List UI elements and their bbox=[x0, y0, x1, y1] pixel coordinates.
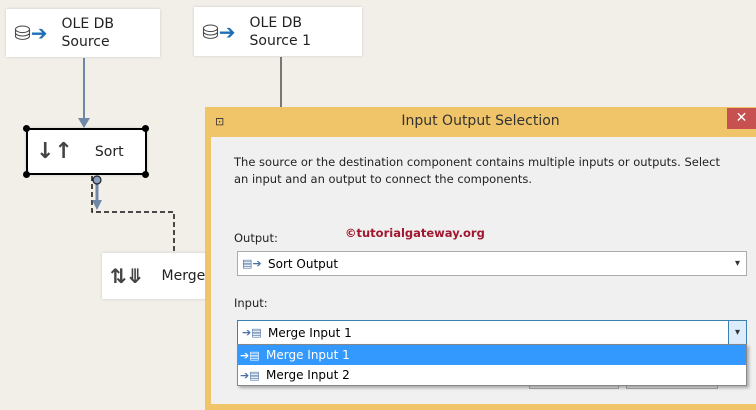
output-select[interactable]: ▤➔ Sort Output ▾ bbox=[237, 251, 747, 276]
input-label: Input: bbox=[234, 296, 268, 310]
dropdown-option-merge-input-1[interactable]: ➔▤ Merge Input 1 bbox=[238, 345, 746, 365]
output-value: Sort Output bbox=[268, 256, 339, 271]
dialog-title: Input Output Selection bbox=[401, 113, 560, 129]
watermark: ©tutorialgateway.org bbox=[345, 226, 485, 240]
chevron-down-icon[interactable]: ▾ bbox=[729, 252, 746, 275]
input-icon: ➔▤ bbox=[242, 326, 262, 339]
close-button[interactable]: ✕ bbox=[727, 108, 756, 129]
option-label: Merge Input 2 bbox=[266, 368, 350, 382]
input-dropdown-list: ➔▤ Merge Input 1 ➔▤ Merge Input 2 bbox=[237, 344, 747, 386]
description-text: The source or the destination component … bbox=[234, 155, 720, 186]
resize-handle[interactable] bbox=[142, 125, 149, 132]
database-source-icon: ⛁➔ bbox=[202, 19, 236, 44]
input-icon: ➔▤ bbox=[240, 348, 260, 362]
input-select[interactable]: ➔▤ Merge Input 1 ▾ bbox=[237, 320, 747, 345]
merge-node[interactable]: ⇅⤋ Merge bbox=[102, 253, 212, 299]
database-source-icon: ⛁➔ bbox=[14, 21, 48, 45]
output-label: Output: bbox=[234, 231, 278, 245]
merge-icon: ⇅⤋ bbox=[110, 264, 144, 288]
sort-node[interactable]: ↓↑ Sort bbox=[26, 128, 147, 175]
option-label: Merge Input 1 bbox=[266, 348, 350, 362]
resize-handle[interactable] bbox=[23, 171, 30, 178]
resize-handle[interactable] bbox=[142, 171, 149, 178]
output-icon: ▤➔ bbox=[242, 257, 262, 270]
dropdown-option-merge-input-2[interactable]: ➔▤ Merge Input 2 bbox=[238, 365, 746, 385]
node-label: Source bbox=[61, 34, 110, 50]
input-icon: ➔▤ bbox=[240, 368, 260, 382]
node-label: OLE DB bbox=[61, 16, 115, 32]
node-label: Sort bbox=[94, 143, 124, 160]
sort-icon: ↓↑ bbox=[36, 139, 73, 164]
chevron-down-icon[interactable]: ▾ bbox=[728, 321, 746, 344]
resize-handle[interactable] bbox=[23, 125, 30, 132]
input-output-selection-dialog: ⊡ Input Output Selection ✕ The source or… bbox=[205, 107, 756, 410]
node-label: OLE DB bbox=[249, 14, 303, 31]
node-label: Source 1 bbox=[249, 32, 311, 49]
input-value: Merge Input 1 bbox=[268, 325, 352, 340]
ole-db-source-node[interactable]: ⛁➔ OLE DB Source bbox=[6, 9, 160, 57]
node-label: Merge bbox=[161, 268, 206, 284]
ole-db-source-1-node[interactable]: ⛁➔ OLE DB Source 1 bbox=[194, 7, 362, 56]
